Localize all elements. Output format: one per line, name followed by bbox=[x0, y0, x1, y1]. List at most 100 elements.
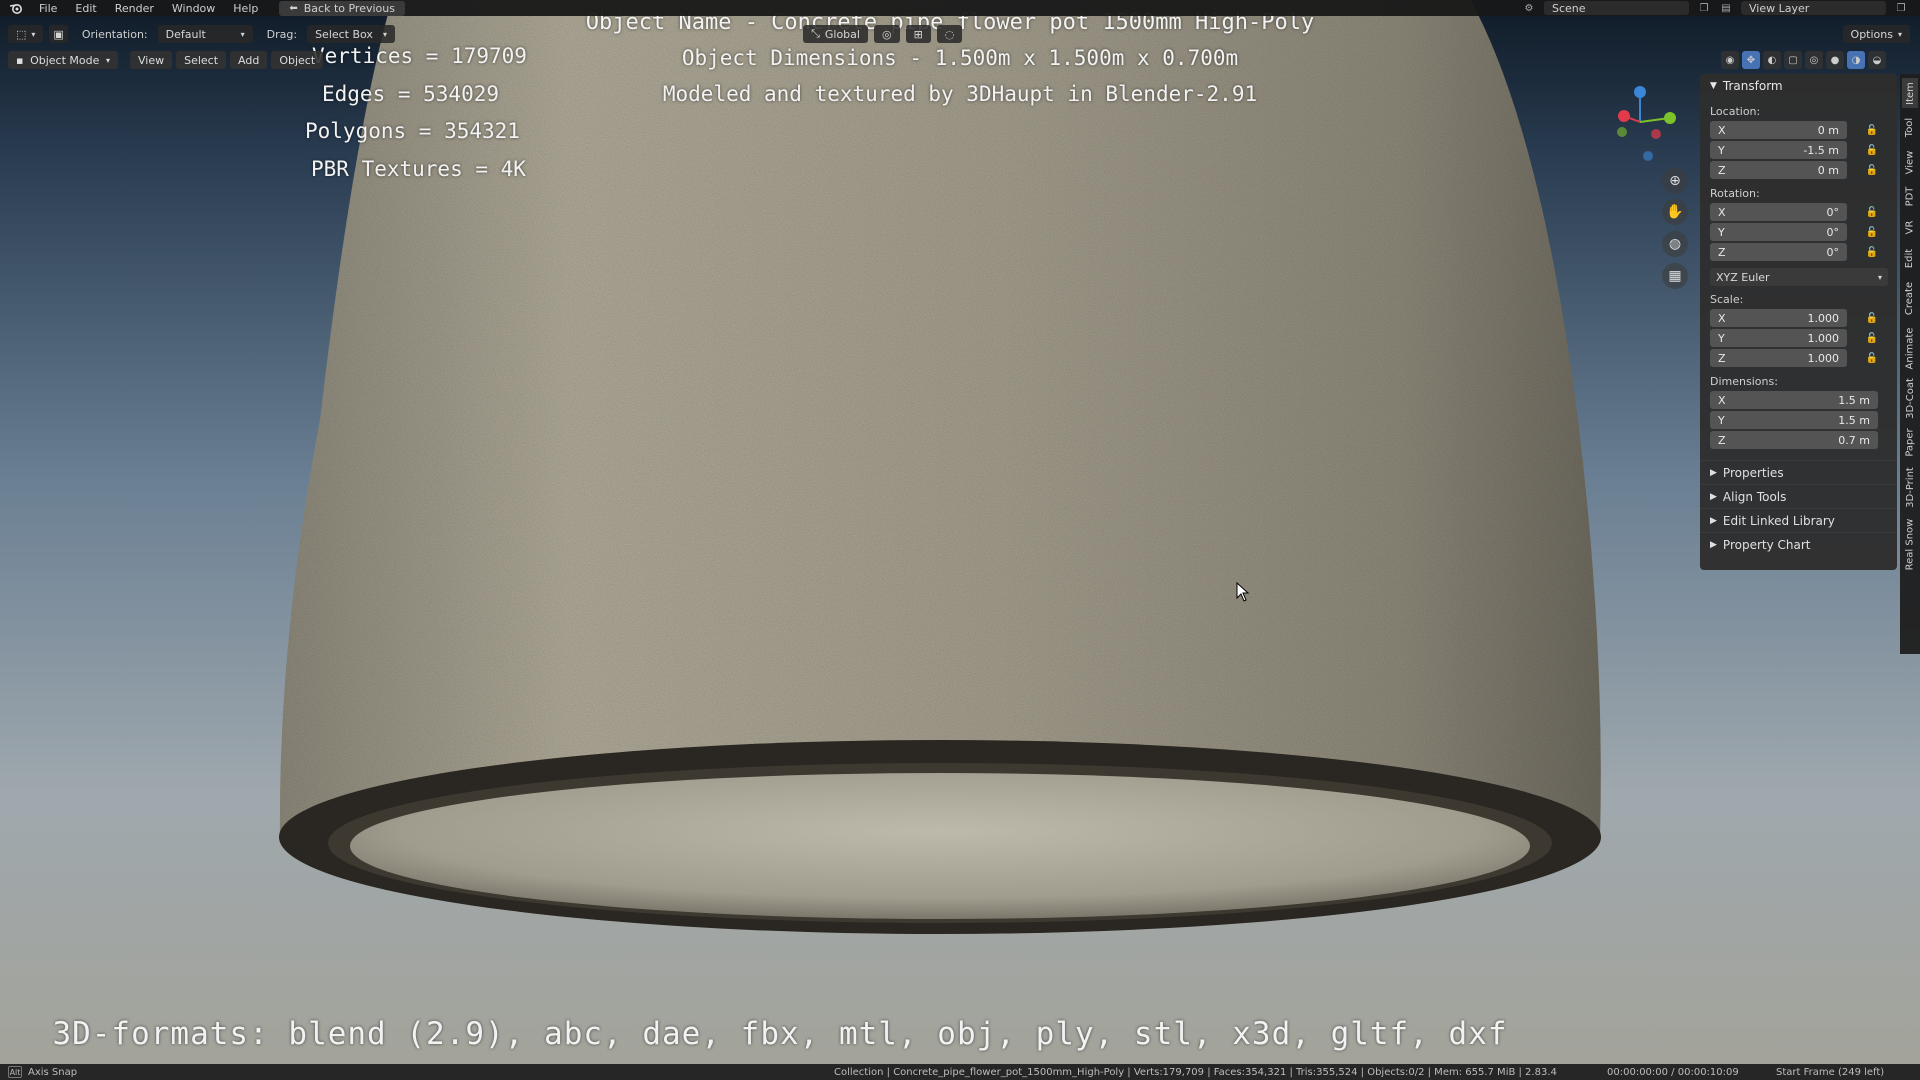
perspective-grid-icon[interactable]: ▦ bbox=[1662, 263, 1688, 289]
navigation-gizmo[interactable] bbox=[1600, 82, 1680, 162]
lock-icon[interactable]: 🔓 bbox=[1866, 331, 1878, 345]
lock-icon[interactable]: 🔓 bbox=[1866, 245, 1878, 259]
lock-icon[interactable]: 🔓 bbox=[1866, 143, 1878, 157]
tab-item[interactable]: Item bbox=[1902, 78, 1918, 108]
rotation-mode-dropdown[interactable]: XYZ Euler ▾ bbox=[1710, 268, 1888, 286]
scale-y-row: Y 1.000 🔓 bbox=[1700, 328, 1897, 348]
visibility-icon[interactable]: ◉ bbox=[1721, 51, 1739, 69]
tab-vr[interactable]: VR bbox=[1902, 214, 1918, 240]
edit-linked-library-panel-header[interactable]: ▶ Edit Linked Library bbox=[1700, 508, 1897, 532]
dimensions-x-field[interactable]: X 1.5 m bbox=[1710, 391, 1878, 409]
viewport-header: ▪ Object Mode ▾ View Select Add Object bbox=[8, 50, 324, 70]
tab-pdt[interactable]: PDT bbox=[1902, 182, 1918, 210]
lock-icon[interactable]: 🔓 bbox=[1866, 351, 1878, 365]
view-layer-icon[interactable]: ▤ bbox=[1719, 2, 1733, 14]
field-value: 1.000 bbox=[1807, 351, 1840, 365]
transform-orientation-dropdown[interactable]: ⤡ Global bbox=[803, 25, 868, 43]
menu-help[interactable]: Help bbox=[224, 2, 267, 15]
align-tools-panel-header[interactable]: ▶ Align Tools bbox=[1700, 484, 1897, 508]
rotation-mode-value: XYZ Euler bbox=[1716, 270, 1770, 284]
scale-z-field[interactable]: Z 1.000 bbox=[1710, 349, 1847, 367]
orientation-value: Default bbox=[165, 27, 206, 41]
options-dropdown[interactable]: Options ▾ bbox=[1842, 25, 1910, 43]
tab-tool[interactable]: Tool bbox=[1902, 112, 1918, 142]
lock-icon[interactable]: 🔓 bbox=[1866, 225, 1878, 239]
rendered-shading-icon[interactable]: ◒ bbox=[1868, 51, 1886, 69]
editor-type-selector[interactable]: ⬚ ▾ bbox=[8, 25, 44, 43]
menu-window[interactable]: Window bbox=[163, 2, 224, 15]
add-menu[interactable]: Add bbox=[230, 51, 268, 69]
zoom-icon[interactable]: ⊕ bbox=[1662, 168, 1688, 194]
sidebar-tabs: Item Tool View PDT VR Edit Create Animat… bbox=[1900, 74, 1920, 654]
axis-label: Y bbox=[1718, 413, 1725, 427]
solid-shading-icon[interactable]: ● bbox=[1826, 51, 1844, 69]
properties-panel-header[interactable]: ▶ Properties bbox=[1700, 460, 1897, 484]
tab-create[interactable]: Create bbox=[1902, 276, 1918, 320]
new-view-layer-icon[interactable]: ❐ bbox=[1894, 2, 1908, 14]
tab-3d-print[interactable]: 3D-Print bbox=[1902, 464, 1918, 510]
tab-3d-coat[interactable]: 3D-Coat bbox=[1902, 376, 1918, 420]
pan-hand-icon[interactable]: ✋ bbox=[1662, 199, 1688, 225]
chevron-down-icon: ▾ bbox=[105, 55, 110, 65]
dimensions-y-field[interactable]: Y 1.5 m bbox=[1710, 411, 1878, 429]
dimensions-z-row: Z 0.7 m bbox=[1700, 430, 1897, 450]
start-frame: Start Frame (249 left) bbox=[1776, 1066, 1885, 1078]
location-y-field[interactable]: Y -1.5 m bbox=[1710, 141, 1847, 159]
tool-icon[interactable]: ▣ bbox=[49, 25, 68, 43]
formats-overlay: 3D-formats: blend (2.9), abc, dae, fbx, … bbox=[52, 1016, 1508, 1052]
rotation-z-field[interactable]: Z 0° bbox=[1710, 243, 1847, 261]
lock-icon[interactable]: 🔓 bbox=[1866, 163, 1878, 177]
dimensions-z-field[interactable]: Z 0.7 m bbox=[1710, 431, 1878, 449]
location-x-row: X 0 m 🔓 bbox=[1700, 120, 1897, 140]
xray-toggle-icon[interactable]: ▢ bbox=[1784, 51, 1802, 69]
tab-paper[interactable]: Paper bbox=[1902, 424, 1918, 460]
tab-real-snow[interactable]: Real Snow bbox=[1902, 514, 1918, 574]
proportional-editing-icon[interactable]: ◌ bbox=[936, 25, 963, 43]
object-mode-dropdown[interactable]: ▪ Object Mode ▾ bbox=[8, 51, 118, 69]
location-label: Location: bbox=[1710, 105, 1761, 118]
transform-panel-header[interactable]: ▼ Transform bbox=[1700, 74, 1897, 98]
axis-snap-hint: Axis Snap bbox=[28, 1066, 78, 1078]
drag-dropdown[interactable]: Select Box ▾ bbox=[307, 25, 396, 43]
tab-view[interactable]: View bbox=[1902, 146, 1918, 178]
property-chart-panel-header[interactable]: ▶ Property Chart bbox=[1700, 532, 1897, 556]
select-menu[interactable]: Select bbox=[176, 51, 227, 69]
snap-icon[interactable]: ⊞ bbox=[905, 25, 931, 43]
chevron-down-icon: ▾ bbox=[1897, 29, 1902, 39]
scene-selector[interactable]: Scene bbox=[1544, 1, 1689, 15]
scale-y-field[interactable]: Y 1.000 bbox=[1710, 329, 1847, 347]
lock-icon[interactable]: 🔓 bbox=[1866, 311, 1878, 325]
scene-icon[interactable]: ⚙ bbox=[1522, 2, 1536, 14]
menu-file[interactable]: File bbox=[30, 2, 66, 15]
new-scene-icon[interactable]: ❐ bbox=[1697, 2, 1711, 14]
location-x-field[interactable]: X 0 m bbox=[1710, 121, 1847, 139]
overlay-toggle-icon[interactable]: ◐ bbox=[1763, 51, 1781, 69]
edges-stat: Edges = 534029 bbox=[322, 82, 500, 106]
scale-x-field[interactable]: X 1.000 bbox=[1710, 309, 1847, 327]
material-shading-icon[interactable]: ◑ bbox=[1847, 51, 1865, 69]
orientation-dropdown[interactable]: Default ▾ bbox=[157, 25, 253, 43]
tab-animate[interactable]: Animate bbox=[1902, 324, 1918, 372]
back-to-previous-button[interactable]: ⬅ Back to Previous bbox=[279, 0, 405, 16]
camera-view-icon[interactable]: ◍ bbox=[1662, 231, 1688, 257]
view-layer-selector[interactable]: View Layer bbox=[1741, 1, 1886, 15]
chevron-down-icon: ▾ bbox=[31, 29, 36, 39]
view-menu[interactable]: View bbox=[130, 51, 173, 69]
axis-label: Z bbox=[1718, 351, 1726, 365]
panel-title: Property Chart bbox=[1722, 537, 1811, 552]
global-axes-icon: ⤡ bbox=[811, 27, 820, 40]
axis-label: X bbox=[1718, 205, 1726, 219]
wireframe-shading-icon[interactable]: ◎ bbox=[1805, 51, 1823, 69]
blender-logo-icon[interactable] bbox=[8, 0, 24, 16]
menu-edit[interactable]: Edit bbox=[66, 2, 105, 15]
lock-icon[interactable]: 🔓 bbox=[1866, 123, 1878, 137]
tab-edit[interactable]: Edit bbox=[1902, 244, 1918, 272]
gizmo-toggle-icon[interactable]: ✥ bbox=[1742, 51, 1760, 69]
rotation-x-field[interactable]: X 0° bbox=[1710, 203, 1847, 221]
rotation-y-field[interactable]: Y 0° bbox=[1710, 223, 1847, 241]
menu-render[interactable]: Render bbox=[106, 2, 163, 15]
pivot-point-icon[interactable]: ◎ bbox=[873, 25, 900, 43]
lock-icon[interactable]: 🔓 bbox=[1866, 205, 1878, 219]
location-z-field[interactable]: Z 0 m bbox=[1710, 161, 1847, 179]
object-menu[interactable]: Object bbox=[271, 51, 324, 69]
